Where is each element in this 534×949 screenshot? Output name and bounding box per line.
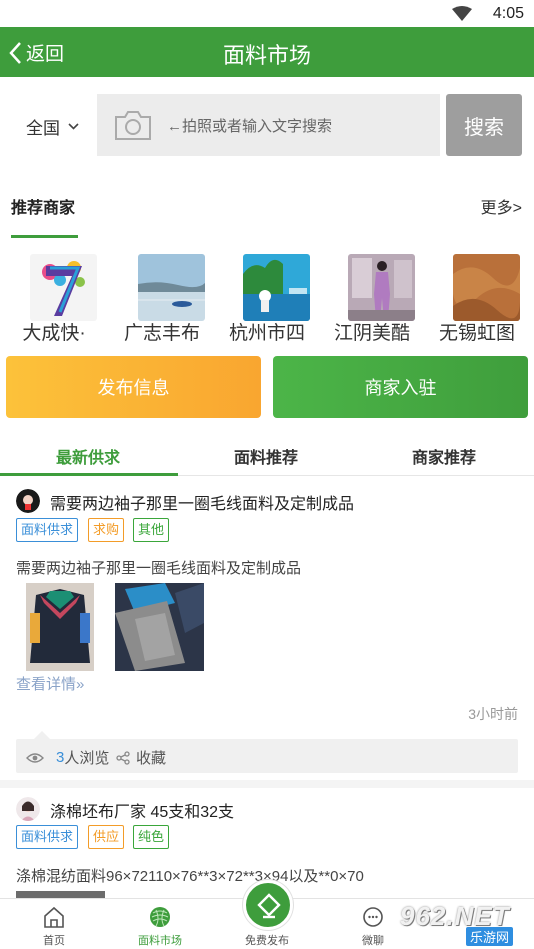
- status-time: 4:05: [492, 5, 524, 22]
- view-details-link[interactable]: 查看详情»: [16, 673, 84, 694]
- merchant-logo: [348, 254, 415, 321]
- avatar: [16, 797, 40, 821]
- tag-kind: 其他: [133, 518, 170, 542]
- status-bar: 4:05: [0, 0, 534, 27]
- watermark-sub: 乐游网: [466, 927, 514, 946]
- merchant-name: 无锡虹图: [438, 323, 515, 344]
- nav-home[interactable]: 首页: [14, 899, 94, 949]
- favorite-label: 收藏: [136, 750, 167, 767]
- more-merchants-link[interactable]: 更多>: [481, 194, 522, 218]
- avatar: [16, 489, 40, 513]
- merchant-list: 大成快· 广志丰布 杭州市四 江阴美酷 无锡虹图: [0, 254, 534, 346]
- views-count: 3 人浏览: [26, 747, 109, 768]
- post-photo[interactable]: [115, 583, 204, 671]
- post-photo[interactable]: [26, 583, 94, 671]
- tag-category: 面料供求: [16, 825, 79, 849]
- merchant-item[interactable]: 杭州市四: [217, 254, 317, 346]
- post-title: 涤棉坯布厂家 45支和32支: [50, 804, 235, 821]
- publish-fab[interactable]: [243, 880, 293, 930]
- tab-merchant-recommend[interactable]: 商家推荐: [412, 444, 476, 468]
- post-title: 需要两边袖子那里一圈毛线面料及定制成品: [50, 496, 355, 513]
- publish-info-button[interactable]: 发布信息: [6, 356, 261, 418]
- share-icon: [116, 750, 130, 765]
- camera-icon[interactable]: [113, 109, 153, 141]
- merchant-logo: [243, 254, 310, 321]
- watermark: 962.NET 乐游网: [396, 900, 534, 949]
- tag-kind: 纯色: [133, 825, 170, 849]
- search-placeholder: ←拍照或者输入文字搜索: [167, 117, 333, 135]
- region-label: 全国: [26, 119, 60, 138]
- search-button[interactable]: 搜索: [446, 94, 522, 156]
- section-underline: [11, 235, 78, 238]
- nav-label: 免费发布: [245, 935, 289, 947]
- nav-fabric-market[interactable]: 面料市场: [120, 899, 200, 949]
- merchant-name: 杭州市四: [228, 323, 305, 344]
- merchant-name: 广志丰布: [123, 323, 200, 344]
- search-input[interactable]: ←拍照或者输入文字搜索: [97, 94, 440, 156]
- search-row: 全国 ←拍照或者输入文字搜索 搜索: [0, 92, 534, 158]
- app-header: 返回 面料市场: [0, 27, 534, 77]
- views-label: 人浏览: [64, 750, 110, 767]
- nav-label: 面料市场: [138, 935, 182, 947]
- tag-type: 供应: [88, 825, 125, 849]
- edit-icon: [257, 893, 281, 919]
- divider: [0, 780, 534, 788]
- views-number: 3: [56, 749, 65, 766]
- stats-caret: [34, 731, 50, 739]
- fabric-icon: [150, 907, 170, 927]
- tab-fabric-recommend[interactable]: 面料推荐: [234, 444, 298, 468]
- page: 4:05 返回 面料市场 全国 ←拍照或者输入文字搜索 搜索 推荐商家 更多>: [0, 0, 534, 949]
- merchant-name: 江阴美酷: [333, 323, 410, 344]
- section-title-recommended: 推荐商家: [11, 200, 76, 217]
- tab-bar: 最新供求 面料推荐 商家推荐: [0, 434, 534, 476]
- eye-icon: [26, 752, 44, 763]
- post-description: 需要两边袖子那里一圈毛线面料及定制成品: [16, 560, 302, 577]
- active-tab-indicator: [0, 473, 178, 476]
- page-title: 面料市场: [222, 43, 311, 68]
- post-time: 3小时前: [468, 706, 518, 722]
- merchant-join-button[interactable]: 商家入驻: [273, 356, 528, 418]
- post-stats-bar: 3 人浏览 收藏: [16, 731, 518, 773]
- tag-category: 面料供求: [16, 518, 79, 542]
- wifi-icon: [452, 6, 472, 21]
- merchant-logo: [30, 254, 97, 321]
- post-card[interactable]: 需要两边袖子那里一圈毛线面料及定制成品 面料供求 求购 其他 需要两边袖子那里一…: [0, 478, 534, 780]
- home-icon: [44, 906, 64, 928]
- post-photo[interactable]: [16, 891, 105, 898]
- nav-label: 首页: [43, 935, 65, 947]
- merchant-logo: [138, 254, 205, 321]
- merchant-name: 大成快·: [22, 323, 86, 344]
- merchant-item[interactable]: 广志丰布: [112, 254, 212, 346]
- chevron-down-icon: [68, 123, 79, 130]
- merchant-logo: [453, 254, 520, 321]
- post-description: 涤棉混纺面料96×72110×76**3×72**3×94以及**0×70: [16, 868, 364, 885]
- chat-icon: [363, 907, 383, 927]
- region-selector[interactable]: 全国: [26, 114, 79, 139]
- tag-type: 求购: [88, 518, 125, 542]
- merchant-item[interactable]: 无锡虹图: [427, 254, 527, 346]
- merchant-item[interactable]: 江阴美酷: [322, 254, 422, 346]
- tab-latest-supply[interactable]: 最新供求: [56, 444, 120, 468]
- favorite-button[interactable]: 收藏: [116, 747, 166, 768]
- merchant-item[interactable]: 大成快·: [4, 254, 104, 346]
